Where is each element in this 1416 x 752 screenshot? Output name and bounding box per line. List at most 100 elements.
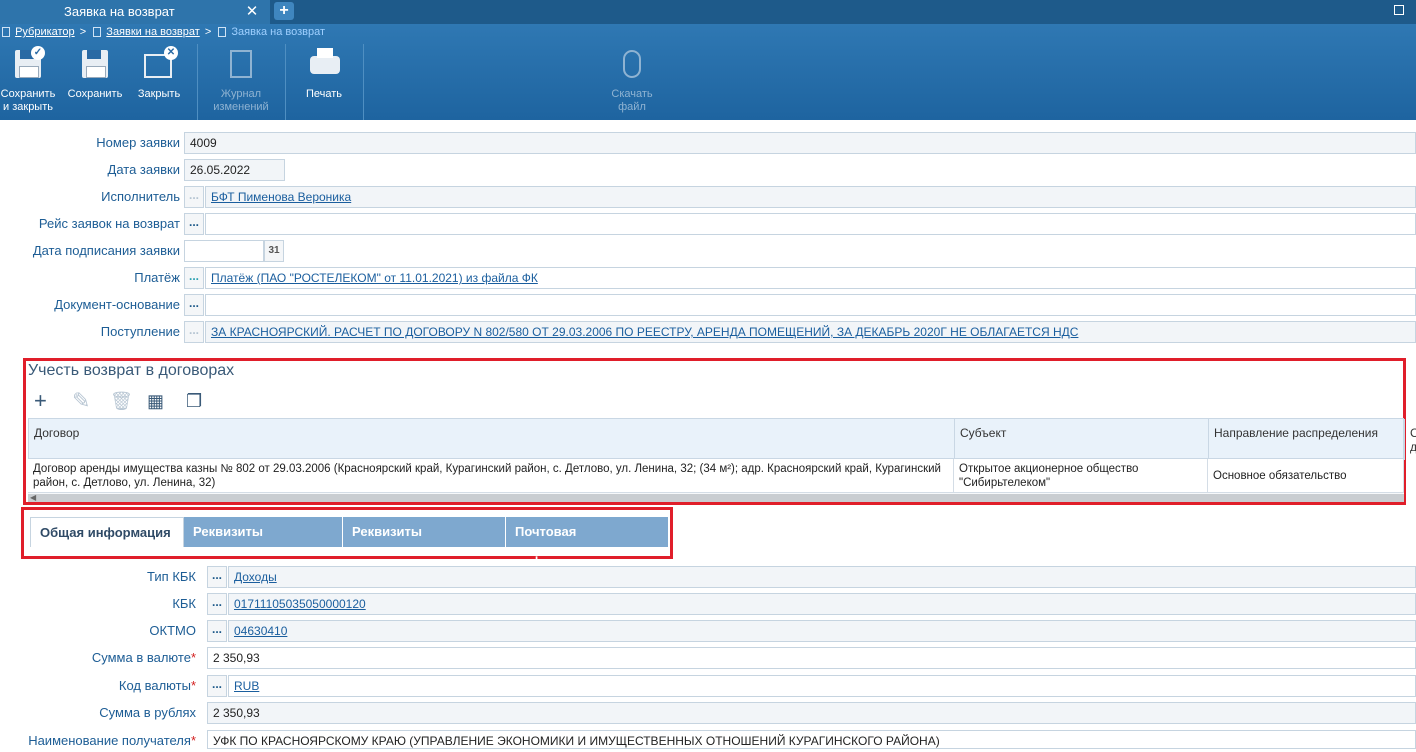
calendar-icon[interactable]: 31 bbox=[264, 240, 284, 262]
base-doc-select-button[interactable]: ... bbox=[184, 294, 204, 316]
executor-link[interactable]: БФТ Пименова Вероника bbox=[211, 190, 351, 204]
recipient-name-label-text: Наименование получателя bbox=[28, 733, 191, 748]
save-check-icon: ✓ bbox=[11, 46, 45, 82]
currency-code-select-button[interactable]: ... bbox=[207, 675, 227, 697]
toolbar-divider bbox=[285, 44, 286, 120]
contracts-section-title: Учесть возврат в договорах bbox=[28, 362, 235, 379]
amount-rub-field[interactable]: 2 350,93 bbox=[207, 702, 1416, 724]
kbk-type-select-button[interactable]: ... bbox=[207, 566, 227, 588]
sign-date-row: Дата подписания заявки bbox=[0, 240, 180, 262]
amount-currency-field[interactable]: 2 350,93 bbox=[207, 647, 1416, 669]
tab-document-details[interactable]: Реквизиты документа bbox=[184, 517, 342, 569]
kbk-row: КБК bbox=[0, 593, 196, 615]
kbk-link[interactable]: 01711105035050000120 bbox=[234, 597, 366, 611]
scroll-left-icon[interactable]: ◀ bbox=[30, 493, 36, 502]
receipt-select-button[interactable]: ... bbox=[184, 321, 204, 343]
executor-field[interactable]: БФТ Пименова Вероника bbox=[205, 186, 1416, 208]
breadcrumb-separator: > bbox=[79, 26, 87, 39]
copy-icon[interactable]: ❐ bbox=[186, 389, 202, 413]
column-header-direction[interactable]: Направление распределения bbox=[1209, 419, 1405, 460]
payment-select-button[interactable]: ... bbox=[184, 267, 204, 289]
contracts-grid: Договор Субъект Направление распределени… bbox=[28, 418, 1416, 502]
request-date-field[interactable]: 26.05.2022 bbox=[184, 159, 285, 181]
print-button[interactable]: Печать bbox=[294, 46, 354, 116]
recipient-name-field[interactable]: УФК ПО КРАСНОЯРСКОМУ КРАЮ (УПРАВЛЕНИЕ ЭК… bbox=[207, 730, 1416, 749]
tabs-bar: Общая информация Реквизиты документа Рек… bbox=[21, 507, 673, 569]
request-number-label: Номер заявки bbox=[96, 135, 180, 150]
base-doc-row: Документ-основание bbox=[0, 294, 180, 316]
batch-field[interactable] bbox=[205, 213, 1416, 235]
batch-select-button[interactable]: ... bbox=[184, 213, 204, 235]
close-label: Закрыть bbox=[137, 88, 181, 100]
edit-icon[interactable]: ✎ bbox=[72, 389, 90, 413]
required-mark: * bbox=[190, 733, 196, 748]
payment-row: Платёж bbox=[0, 267, 180, 289]
change-journal-label: Журнал изменений bbox=[213, 88, 269, 113]
close-document-icon: ✕ bbox=[142, 46, 178, 82]
base-doc-field[interactable] bbox=[205, 294, 1416, 316]
column-header-contract[interactable]: Договор bbox=[29, 419, 955, 460]
kbk-label: КБК bbox=[172, 596, 196, 611]
delete-icon[interactable]: 🗑 bbox=[110, 389, 133, 413]
restore-window-icon[interactable] bbox=[1394, 5, 1404, 15]
download-file-label: Скачать файл bbox=[611, 88, 653, 113]
request-number-field[interactable]: 4009 bbox=[184, 132, 1416, 154]
add-icon[interactable]: + bbox=[34, 389, 47, 413]
request-date-label: Дата заявки bbox=[107, 162, 180, 177]
executor-row: Исполнитель bbox=[0, 186, 180, 208]
batch-label: Рейс заявок на возврат bbox=[38, 216, 180, 231]
save-icon bbox=[78, 48, 112, 82]
close-tab-icon[interactable]: ✕ bbox=[244, 4, 260, 20]
tab-recipient-details[interactable]: Реквизиты получателя bbox=[343, 517, 505, 569]
kbk-field[interactable]: 01711105035050000120 bbox=[228, 593, 1416, 615]
close-button[interactable]: ✕ Закрыть bbox=[132, 46, 186, 116]
currency-code-link[interactable]: RUB bbox=[234, 679, 259, 693]
table-row[interactable]: Договор аренды имущества казны № 802 от … bbox=[28, 459, 1404, 493]
horizontal-scrollbar[interactable]: ◀ bbox=[28, 493, 1404, 502]
payment-field[interactable]: Платёж (ПАО "РОСТЕЛЕКОМ" от 11.01.2021) … bbox=[205, 267, 1416, 289]
oktmo-label: ОКТМО bbox=[149, 623, 196, 638]
change-journal-button[interactable]: Журнал изменений bbox=[206, 46, 276, 116]
column-header-subject[interactable]: Субъект bbox=[955, 419, 1209, 460]
save-button[interactable]: Сохранить bbox=[64, 46, 126, 116]
column-header-extra[interactable]: С д bbox=[1405, 419, 1416, 460]
required-mark: * bbox=[190, 678, 196, 693]
save-and-close-label: Сохранить и закрыть bbox=[0, 88, 56, 113]
breadcrumb-item-rubricator[interactable]: Рубрикатор bbox=[15, 26, 75, 38]
payment-link[interactable]: Платёж (ПАО "РОСТЕЛЕКОМ" от 11.01.2021) … bbox=[211, 271, 538, 285]
document-tab[interactable]: Заявка на возврат ✕ bbox=[0, 0, 270, 24]
kbk-select-button[interactable]: ... bbox=[207, 593, 227, 615]
oktmo-field[interactable]: 04630410 bbox=[228, 620, 1416, 642]
tab-general-info[interactable]: Общая информация bbox=[30, 517, 184, 547]
download-file-button[interactable]: Скачать файл bbox=[600, 46, 664, 116]
save-and-close-button[interactable]: ✓ Сохранить и закрыть bbox=[0, 46, 56, 116]
receipt-link[interactable]: ЗА КРАСНОЯРСКИЙ. РАСЧЕТ ПО ДОГОВОРУ N 80… bbox=[211, 325, 1078, 339]
oktmo-link[interactable]: 04630410 bbox=[234, 624, 287, 638]
amount-currency-row: Сумма в валюте* bbox=[0, 647, 196, 669]
kbk-type-link[interactable]: Доходы bbox=[234, 570, 277, 584]
new-tab-button[interactable]: + bbox=[274, 2, 294, 20]
window-title-bar: Заявка на возврат ✕ + bbox=[0, 0, 1416, 24]
tab-postal-info[interactable]: Почтовая информация bbox=[506, 517, 668, 569]
download-icon bbox=[615, 48, 649, 82]
print-label: Печать bbox=[305, 88, 343, 100]
table-settings-icon[interactable]: ▦ bbox=[147, 389, 164, 413]
breadcrumb-item-requests[interactable]: Заявки на возврат bbox=[106, 26, 199, 38]
grid-header: Договор Субъект Направление распределени… bbox=[28, 418, 1416, 460]
document-tab-label: Заявка на возврат bbox=[64, 4, 175, 19]
receipt-field[interactable]: ЗА КРАСНОЯРСКИЙ. РАСЧЕТ ПО ДОГОВОРУ N 80… bbox=[205, 321, 1416, 343]
currency-code-field[interactable]: RUB bbox=[228, 675, 1416, 697]
executor-select-button[interactable]: ... bbox=[184, 186, 204, 208]
sign-date-label: Дата подписания заявки bbox=[32, 243, 180, 258]
list-icon bbox=[2, 27, 10, 38]
kbk-type-field[interactable]: Доходы bbox=[228, 566, 1416, 588]
oktmo-select-button[interactable]: ... bbox=[207, 620, 227, 642]
printer-icon bbox=[307, 48, 341, 82]
executor-label: Исполнитель bbox=[101, 189, 180, 204]
amount-currency-label-text: Сумма в валюте bbox=[91, 650, 191, 665]
currency-code-label-text: Код валюты bbox=[118, 678, 191, 693]
document-icon bbox=[218, 27, 227, 38]
breadcrumb: Рубрикатор > Заявки на возврат > Заявка … bbox=[0, 26, 325, 42]
sign-date-field[interactable] bbox=[184, 240, 264, 262]
amount-rub-row: Сумма в рублях bbox=[0, 702, 196, 724]
